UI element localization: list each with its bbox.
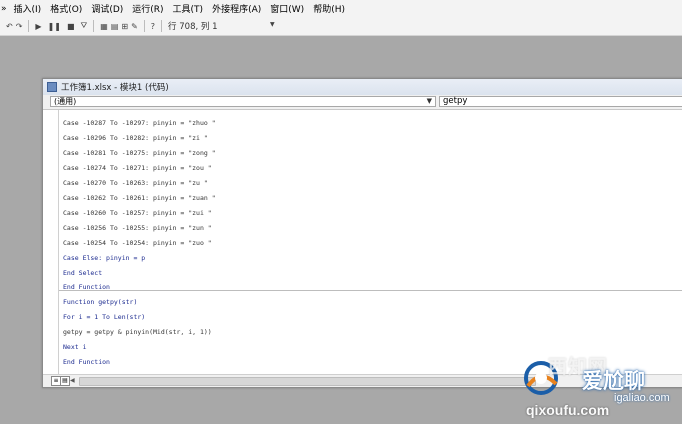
code-window: 工作簿1.xlsx - 模块1 (代码) (通用) ▼ getpy Case -… bbox=[42, 78, 682, 388]
menu-debug[interactable]: 调试(D) bbox=[91, 2, 123, 15]
combo-bar: (通用) ▼ getpy bbox=[43, 95, 682, 110]
menu-help[interactable]: 帮助(H) bbox=[313, 2, 345, 15]
code-line[interactable]: End Select bbox=[63, 269, 102, 277]
procedure-combo[interactable]: getpy bbox=[439, 96, 682, 107]
module-icon bbox=[47, 82, 57, 92]
procedure-separator bbox=[59, 290, 682, 291]
project-explorer-icon[interactable]: ▦ bbox=[100, 22, 108, 31]
code-line[interactable]: Case Else: pinyin = p bbox=[63, 254, 145, 262]
code-line[interactable]: Case -10254 To -10254: pinyin = "zuo " bbox=[63, 239, 212, 247]
menu-bar: » 插入(I) 格式(O) 调试(D) 运行(R) 工具(T) 外接程序(A) … bbox=[0, 0, 682, 17]
code-line[interactable]: Case -10260 To -10257: pinyin = "zui " bbox=[63, 209, 212, 217]
object-combo-value: (通用) bbox=[54, 97, 77, 106]
menu-insert[interactable]: 插入(I) bbox=[14, 2, 42, 15]
code-line[interactable]: Case -10262 To -10261: pinyin = "zuan " bbox=[63, 194, 216, 202]
code-line[interactable]: Case -10296 To -10282: pinyin = "zi " bbox=[63, 134, 208, 142]
scroll-left-icon[interactable]: ◀ bbox=[70, 377, 75, 384]
toolbar-options-icon[interactable]: ▼ bbox=[270, 21, 275, 28]
chevron-down-icon[interactable]: ▼ bbox=[427, 97, 432, 106]
procedure-combo-value: getpy bbox=[443, 96, 468, 106]
menu-addins[interactable]: 外接程序(A) bbox=[212, 2, 261, 15]
object-browser-icon[interactable]: ⊞ bbox=[121, 22, 128, 31]
cursor-position: 行 708, 列 1 bbox=[168, 22, 218, 32]
standard-toolbar: ↶ ↷ ▶ ❚❚ ■ ⛛ ▦ ▤ ⊞ ✎ ? 行 708, 列 1 ▼ bbox=[0, 17, 682, 36]
code-line[interactable]: Next i bbox=[63, 343, 86, 351]
menu-window[interactable]: 窗口(W) bbox=[270, 2, 304, 15]
menu-run[interactable]: 运行(R) bbox=[132, 2, 163, 15]
toolbar-separator bbox=[161, 20, 163, 32]
redo-icon[interactable]: ↷ bbox=[16, 22, 23, 31]
code-line[interactable]: Case -10274 To -10271: pinyin = "zou " bbox=[63, 164, 212, 172]
break-icon[interactable]: ❚❚ bbox=[48, 22, 61, 31]
scrollbar-thumb[interactable] bbox=[79, 377, 536, 386]
toolbox-icon[interactable]: ✎ bbox=[131, 22, 138, 31]
code-line[interactable]: Case -10281 To -10275: pinyin = "zong " bbox=[63, 149, 216, 157]
reset-icon[interactable]: ■ bbox=[67, 22, 75, 31]
code-line[interactable]: Case -10287 To -10297: pinyin = "zhuo " bbox=[63, 119, 216, 127]
indicator-margin[interactable] bbox=[43, 110, 59, 374]
menu-tools[interactable]: 工具(T) bbox=[173, 2, 204, 15]
watermark: 西知网 爱尬聊 igaliao.com qixoufu.com bbox=[508, 352, 682, 424]
undo-icon[interactable]: ↶ bbox=[6, 22, 13, 31]
toolbar-separator bbox=[93, 20, 95, 32]
help-icon[interactable]: ? bbox=[151, 22, 155, 31]
menu-format[interactable]: 格式(O) bbox=[50, 2, 82, 15]
toolbar-separator bbox=[28, 20, 30, 32]
watermark-app-name: 爱尬聊 bbox=[582, 369, 645, 393]
design-mode-icon[interactable]: ⛛ bbox=[81, 21, 88, 31]
code-line[interactable]: Case -10270 To -10263: pinyin = "zu " bbox=[63, 179, 208, 187]
code-window-title: 工作簿1.xlsx - 模块1 (代码) bbox=[61, 83, 169, 93]
object-combo[interactable]: (通用) ▼ bbox=[50, 96, 436, 107]
code-line[interactable]: getpy = getpy & pinyin(Mid(str, i, 1)) bbox=[63, 328, 212, 336]
watermark-domain: igaliao.com bbox=[614, 392, 670, 404]
code-line[interactable]: For i = 1 To Len(str) bbox=[63, 313, 145, 321]
properties-icon[interactable]: ▤ bbox=[111, 22, 119, 31]
code-line[interactable]: End Function bbox=[63, 358, 110, 366]
run-icon[interactable]: ▶ bbox=[35, 22, 41, 31]
code-line[interactable]: Function getpy(str) bbox=[63, 298, 137, 306]
menu-overflow[interactable]: » bbox=[1, 4, 7, 14]
code-line[interactable]: Case -10256 To -10255: pinyin = "zun " bbox=[63, 224, 212, 232]
full-module-view-icon[interactable]: ▤ bbox=[60, 376, 70, 386]
code-window-titlebar[interactable]: 工作簿1.xlsx - 模块1 (代码) bbox=[43, 79, 682, 96]
toolbar-separator bbox=[143, 20, 145, 32]
watermark-domain-secondary: qixoufu.com bbox=[526, 402, 610, 418]
